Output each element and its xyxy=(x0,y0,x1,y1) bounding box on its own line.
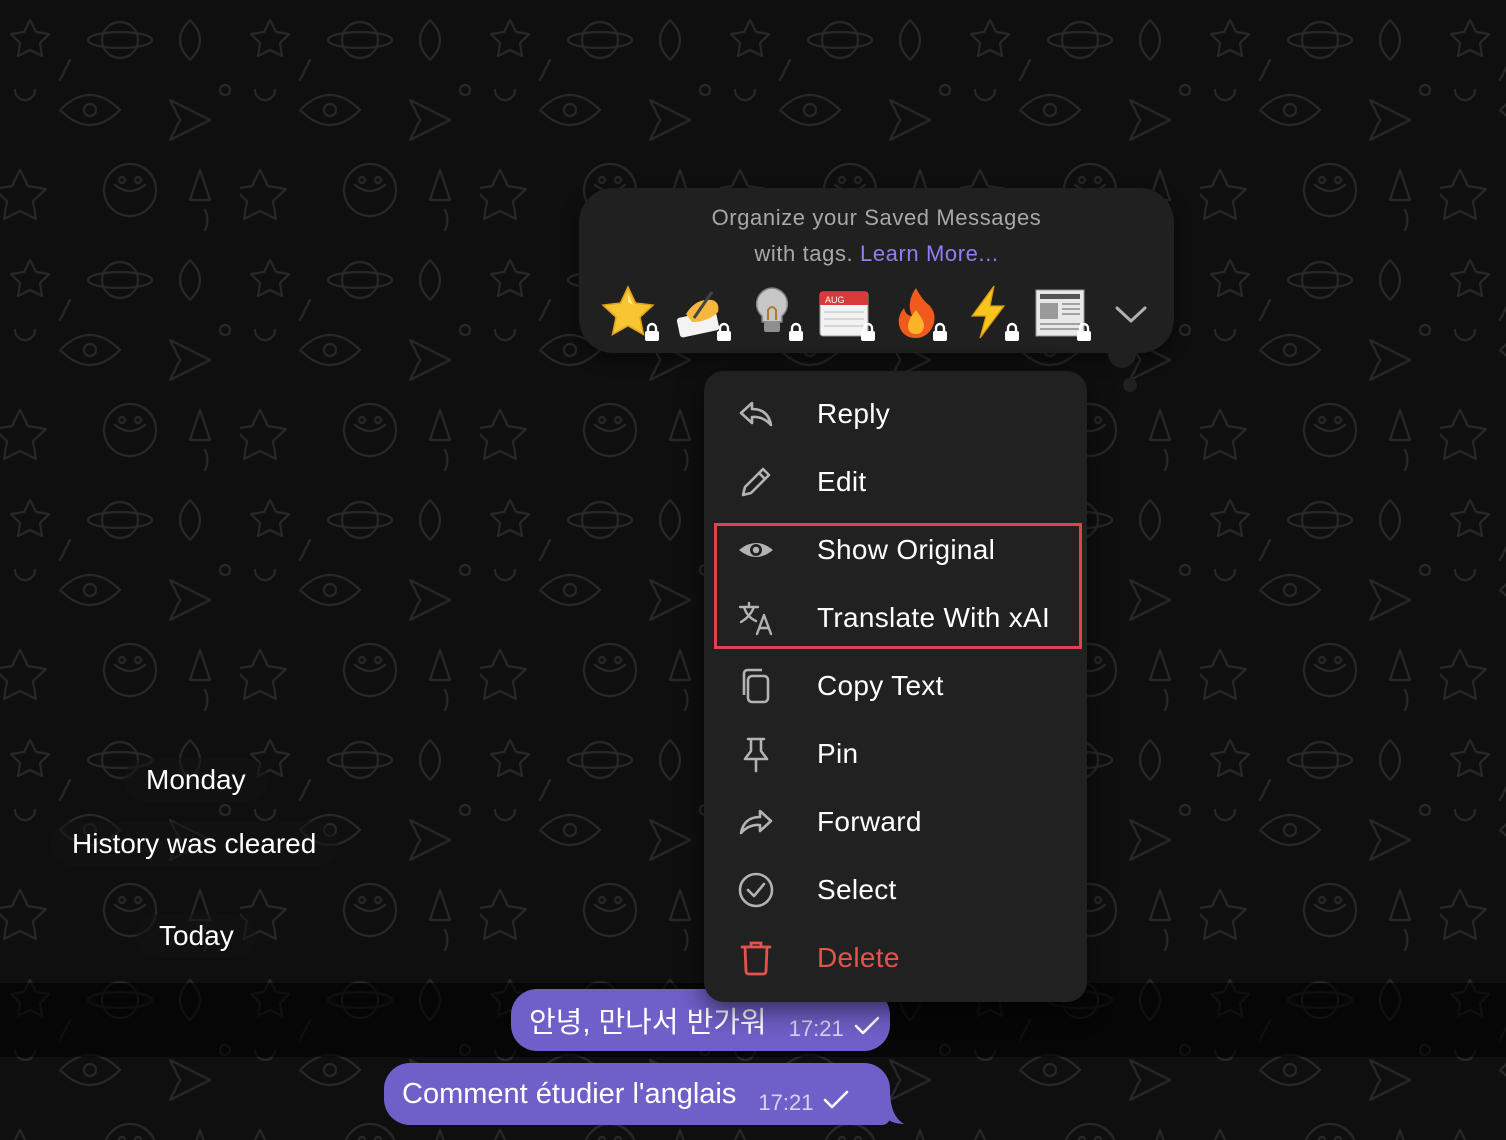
calendar-month: AUG xyxy=(825,295,845,305)
chevron-down-icon[interactable] xyxy=(1113,302,1149,326)
message-text: Comment étudier l'anglais xyxy=(402,1077,737,1110)
reply-icon xyxy=(736,394,776,434)
date-pill-today: Today xyxy=(137,914,256,958)
lock-icon xyxy=(861,322,875,341)
lightning-icon[interactable] xyxy=(960,284,1019,341)
writing-hand-icon[interactable] xyxy=(672,284,731,341)
tag-hint-line1: Organize your Saved Messages xyxy=(711,205,1042,230)
forward-icon xyxy=(736,802,776,842)
light-bulb-icon[interactable] xyxy=(744,284,803,341)
tag-hint: Organize your Saved Messages with tags. … xyxy=(579,200,1174,272)
lock-icon xyxy=(933,322,947,341)
panel-connector-dot xyxy=(1123,378,1137,392)
date-pill-monday: Monday xyxy=(124,758,268,802)
fire-icon[interactable] xyxy=(888,284,947,341)
calendar-icon[interactable]: AUG xyxy=(816,284,875,341)
menu-item-label: Forward xyxy=(817,806,922,837)
history-cleared-notice: History was cleared xyxy=(50,822,339,866)
menu-item-label: Delete xyxy=(817,942,900,973)
newspaper-icon[interactable] xyxy=(1032,284,1091,341)
menu-item-label: Pin xyxy=(817,738,859,769)
bubble-tail xyxy=(876,1090,904,1124)
tag-panel: Organize your Saved Messages with tags. … xyxy=(579,188,1174,353)
annotation-highlight-box xyxy=(714,523,1082,649)
menu-item-delete[interactable]: Delete xyxy=(704,924,1087,992)
message-bubble[interactable]: Comment étudier l'anglais 17:21 xyxy=(384,1063,890,1125)
menu-item-edit[interactable]: Edit xyxy=(704,448,1087,516)
message-text: 안녕, 만나서 반가워 xyxy=(529,1007,767,1039)
menu-item-label: Select xyxy=(817,874,897,905)
lock-icon xyxy=(717,322,731,341)
read-check-icon xyxy=(854,1011,880,1044)
message-time: 17:21 xyxy=(758,1090,814,1115)
pin-icon xyxy=(736,734,776,774)
trash-icon xyxy=(736,938,776,978)
read-check-icon xyxy=(823,1085,849,1118)
chat-window: Monday History was cleared Today 안녕, 만나서… xyxy=(0,0,1506,1140)
tag-hint-line2: with tags. xyxy=(754,241,854,266)
message-time: 17:21 xyxy=(788,1016,844,1041)
copy-icon xyxy=(736,666,776,706)
menu-item-pin[interactable]: Pin xyxy=(704,720,1087,788)
lock-icon xyxy=(1077,322,1091,341)
lock-icon xyxy=(645,322,659,341)
menu-item-label: Copy Text xyxy=(817,670,944,701)
pencil-icon xyxy=(736,462,776,502)
menu-item-forward[interactable]: Forward xyxy=(704,788,1087,856)
menu-item-copy-text[interactable]: Copy Text xyxy=(704,652,1087,720)
menu-item-label: Reply xyxy=(817,398,891,429)
menu-item-reply[interactable]: Reply xyxy=(704,380,1087,448)
learn-more-link[interactable]: Learn More... xyxy=(860,241,999,266)
lock-icon xyxy=(789,322,803,341)
menu-item-label: Edit xyxy=(817,466,867,497)
lock-icon xyxy=(1005,322,1019,341)
menu-item-select[interactable]: Select xyxy=(704,856,1087,924)
star-icon[interactable] xyxy=(600,284,659,341)
message-context-menu: Reply Edit Show Original Translate With … xyxy=(704,371,1087,1002)
select-check-icon xyxy=(736,870,776,910)
